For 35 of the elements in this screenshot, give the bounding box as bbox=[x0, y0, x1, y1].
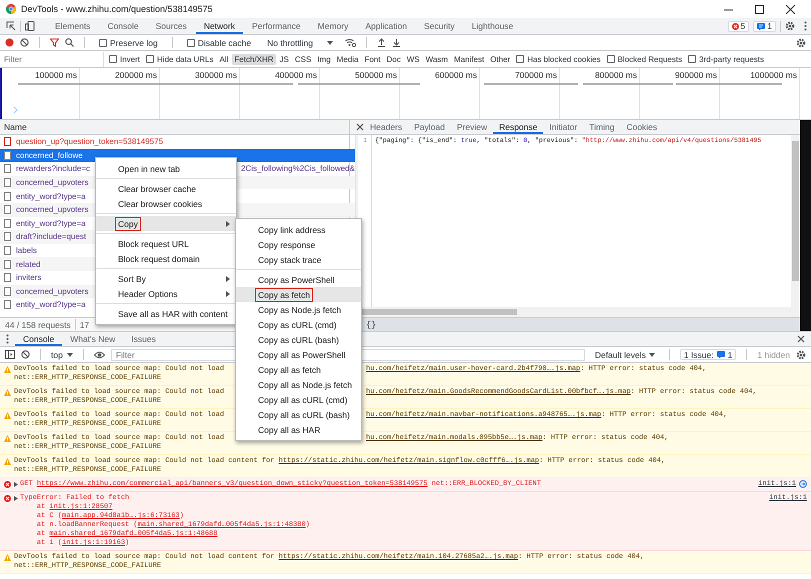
request-name: entity_word?type=a bbox=[16, 192, 86, 201]
request-name: inviters bbox=[16, 273, 42, 282]
window-title: DevTools - www.zhihu.com/question/538149575 bbox=[21, 4, 213, 14]
request-name: labels bbox=[16, 246, 37, 256]
time-tick-label: 400000 ms bbox=[274, 70, 317, 80]
time-tick-label: 500000 ms bbox=[354, 70, 397, 80]
request-name: draft?include=quest bbox=[16, 232, 86, 242]
checkbox-label: Invert bbox=[120, 54, 140, 64]
checkbox-label: 3rd-party requests bbox=[699, 54, 764, 64]
hidden-count: 1 hidden bbox=[757, 350, 790, 360]
request-name: concerned_upvoters bbox=[16, 205, 88, 214]
time-tick-label: 700000 ms bbox=[514, 70, 557, 80]
checkbox-label: Disable cache bbox=[198, 38, 252, 48]
time-tick-label: 1000000 ms bbox=[750, 70, 797, 80]
transferred-size: 17 bbox=[80, 320, 90, 330]
checkbox-label: Hide data URLs bbox=[157, 54, 214, 64]
time-tick-label: 900000 ms bbox=[674, 70, 717, 80]
request-name: concerned_upvoters bbox=[16, 178, 88, 188]
request-name: related bbox=[16, 260, 40, 269]
checkbox-label: Blocked Requests bbox=[618, 54, 682, 64]
checkbox-label: Has blocked cookies bbox=[527, 54, 601, 64]
time-tick-label: 800000 ms bbox=[594, 70, 637, 80]
request-name: question_up?question_token=538149575 bbox=[16, 137, 164, 146]
request-name: concerned_followe bbox=[16, 150, 83, 160]
time-tick-label: 200000 ms bbox=[114, 70, 157, 80]
checkbox-label: Preserve log bbox=[110, 38, 158, 48]
time-tick-label: 100000 ms bbox=[34, 70, 77, 80]
request-count: 44 / 158 requests bbox=[5, 320, 71, 330]
request-name: entity_word?type=a bbox=[16, 300, 86, 310]
request-name: entity_word?type=a bbox=[16, 218, 86, 228]
request-name: rewarders?include=c bbox=[16, 164, 90, 174]
request-name: 2Cis_following%2Cis_followed& bbox=[241, 164, 355, 174]
time-tick-label: 300000 ms bbox=[194, 70, 237, 80]
time-tick-label: 600000 ms bbox=[434, 70, 477, 80]
request-name: concerned_upvoters bbox=[16, 286, 88, 296]
